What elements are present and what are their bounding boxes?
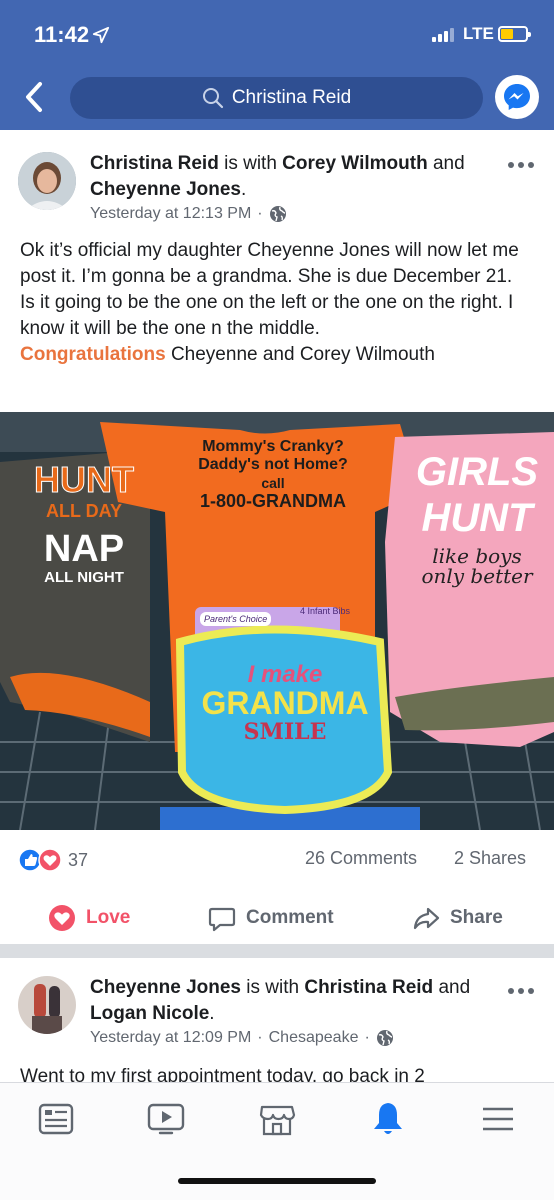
- right-shirt-text: GIRLS HUNT like boys only better: [415, 450, 539, 588]
- globe-icon: [376, 1030, 393, 1046]
- more-options-icon[interactable]: [508, 162, 534, 170]
- post-header-text: Cheyenne Jones is with Christina Reid an…: [90, 977, 471, 1024]
- love-button[interactable]: Love: [48, 896, 130, 940]
- post-body: Went to my first appointment today, go b…: [20, 1066, 425, 1082]
- post-meta: Yesterday at 12:13 PM ·: [90, 205, 287, 223]
- post-body: Ok it’s official my daughter Cheyenne Jo…: [20, 240, 519, 365]
- love-icon: [49, 905, 75, 931]
- tagged-user[interactable]: Logan Nicole: [90, 1003, 209, 1024]
- shares-count[interactable]: 2 Shares: [454, 848, 526, 869]
- messenger-button[interactable]: [495, 75, 539, 119]
- home-indicator: [178, 1178, 376, 1184]
- marketplace-icon[interactable]: [257, 1099, 297, 1139]
- avatar[interactable]: [18, 152, 76, 210]
- author-name[interactable]: Christina Reid: [90, 153, 219, 174]
- battery-icon: [498, 26, 531, 42]
- avatar[interactable]: [18, 976, 76, 1034]
- center-shirt-text: Mommy's Cranky? Daddy's not Home? call 1…: [198, 438, 348, 511]
- search-bar[interactable]: Christina Reid: [70, 77, 483, 119]
- status-bar: 11:42 LTE: [0, 18, 554, 52]
- post-meta: Yesterday at 12:09 PM · Chesapeake ·: [90, 1029, 394, 1047]
- highlight-text[interactable]: Congratulations: [20, 344, 166, 365]
- post-photo[interactable]: HUNT ALL DAY NAP ALL NIGHT Mommy's Crank…: [0, 412, 554, 830]
- status-time: 11:42: [34, 22, 90, 47]
- tagged-user[interactable]: Corey Wilmouth: [282, 153, 428, 174]
- news-feed-icon[interactable]: [36, 1099, 76, 1139]
- comments-count[interactable]: 26 Comments: [305, 848, 417, 869]
- love-reaction-icon: [38, 848, 62, 872]
- comment-icon: [208, 907, 236, 932]
- post-location[interactable]: Chesapeake: [269, 1029, 359, 1047]
- search-icon: [202, 88, 223, 109]
- signal-icon: [432, 28, 458, 42]
- share-icon: [413, 907, 440, 930]
- tagged-user[interactable]: Cheyenne Jones: [90, 179, 241, 200]
- comment-button[interactable]: Comment: [208, 896, 334, 940]
- messenger-icon: [504, 84, 530, 110]
- share-button[interactable]: Share: [412, 896, 503, 940]
- search-query: Christina Reid: [231, 87, 352, 108]
- bib-tag: Parent's Choice 4 Infant Bibs: [200, 606, 350, 626]
- back-chevron-icon[interactable]: [22, 80, 44, 114]
- post-cheyenne: Cheyenne Jones is with Christina Reid an…: [0, 958, 554, 1082]
- app-header: 11:42 LTE Christina Reid: [0, 0, 554, 130]
- post-actions: Love Comment Share: [0, 896, 554, 940]
- engagement-counts: 37 26 Comments 2 Shares: [0, 848, 554, 874]
- network-label: LTE: [463, 24, 494, 43]
- globe-icon: [269, 206, 286, 222]
- feed-divider: [0, 944, 554, 958]
- bib-text: I make GRANDMA SMILE: [201, 661, 369, 745]
- left-shirt-text: HUNT ALL DAY NAP ALL NIGHT: [34, 459, 135, 586]
- location-arrow-icon: [92, 26, 110, 44]
- post-header-text: Christina Reid is with Corey Wilmouth an…: [90, 153, 465, 200]
- notifications-icon[interactable]: [368, 1099, 408, 1139]
- author-name[interactable]: Cheyenne Jones: [90, 977, 241, 998]
- more-options-icon[interactable]: [508, 988, 534, 996]
- reactions-summary[interactable]: 37: [18, 848, 88, 872]
- watch-icon[interactable]: [146, 1099, 186, 1139]
- post-timestamp[interactable]: Yesterday at 12:13 PM: [90, 205, 251, 223]
- tagged-user[interactable]: Christina Reid: [304, 977, 433, 998]
- post-timestamp[interactable]: Yesterday at 12:09 PM: [90, 1029, 251, 1047]
- menu-icon[interactable]: [478, 1099, 518, 1139]
- reactions-count: 37: [68, 849, 89, 870]
